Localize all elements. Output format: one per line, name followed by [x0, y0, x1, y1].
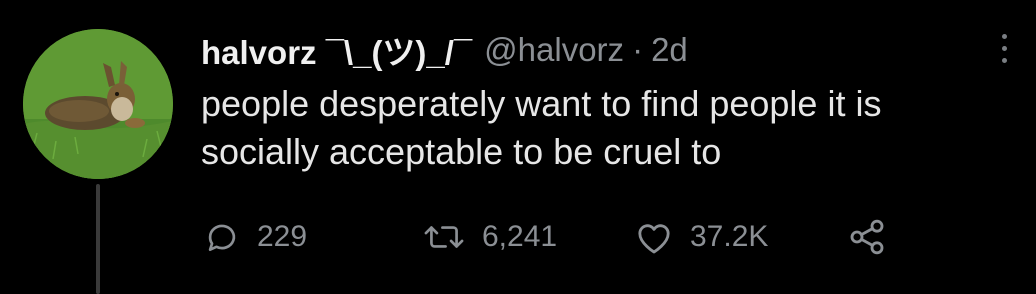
retweet-count: 6,241: [482, 220, 558, 253]
action-bar: 229 6,241 37.2K: [0, 212, 1036, 262]
reply-icon: [203, 218, 241, 256]
tweet-header: halvorz ¯\_(ツ)_/¯ @halvorz · 2d: [201, 28, 688, 72]
like-count: 37.2K: [690, 220, 769, 253]
display-name[interactable]: halvorz ¯\_(ツ)_/¯: [201, 26, 472, 74]
more-vertical-icon[interactable]: [986, 24, 1022, 72]
share-icon: [847, 217, 887, 257]
share-button[interactable]: [847, 212, 887, 262]
hare-photo: [23, 29, 173, 179]
timestamp[interactable]: 2d: [651, 31, 688, 69]
tweet-text-line: people desperately want to find people i…: [201, 83, 882, 124]
avatar[interactable]: [23, 29, 173, 179]
heart-icon: [634, 218, 674, 256]
tweet-text-line: socially acceptable to be cruel to: [201, 131, 722, 172]
reply-button[interactable]: 229: [203, 212, 307, 262]
like-button[interactable]: 37.2K: [634, 212, 768, 262]
reply-count: 229: [257, 220, 308, 253]
tweet-text: people desperately want to find people i…: [201, 80, 1001, 176]
retweet-button[interactable]: 6,241: [422, 212, 557, 262]
tweet[interactable]: halvorz ¯\_(ツ)_/¯ @halvorz · 2d people d…: [0, 0, 1036, 294]
separator-dot: ·: [632, 31, 644, 68]
retweet-icon: [422, 218, 466, 256]
user-handle[interactable]: @halvorz: [484, 31, 624, 69]
